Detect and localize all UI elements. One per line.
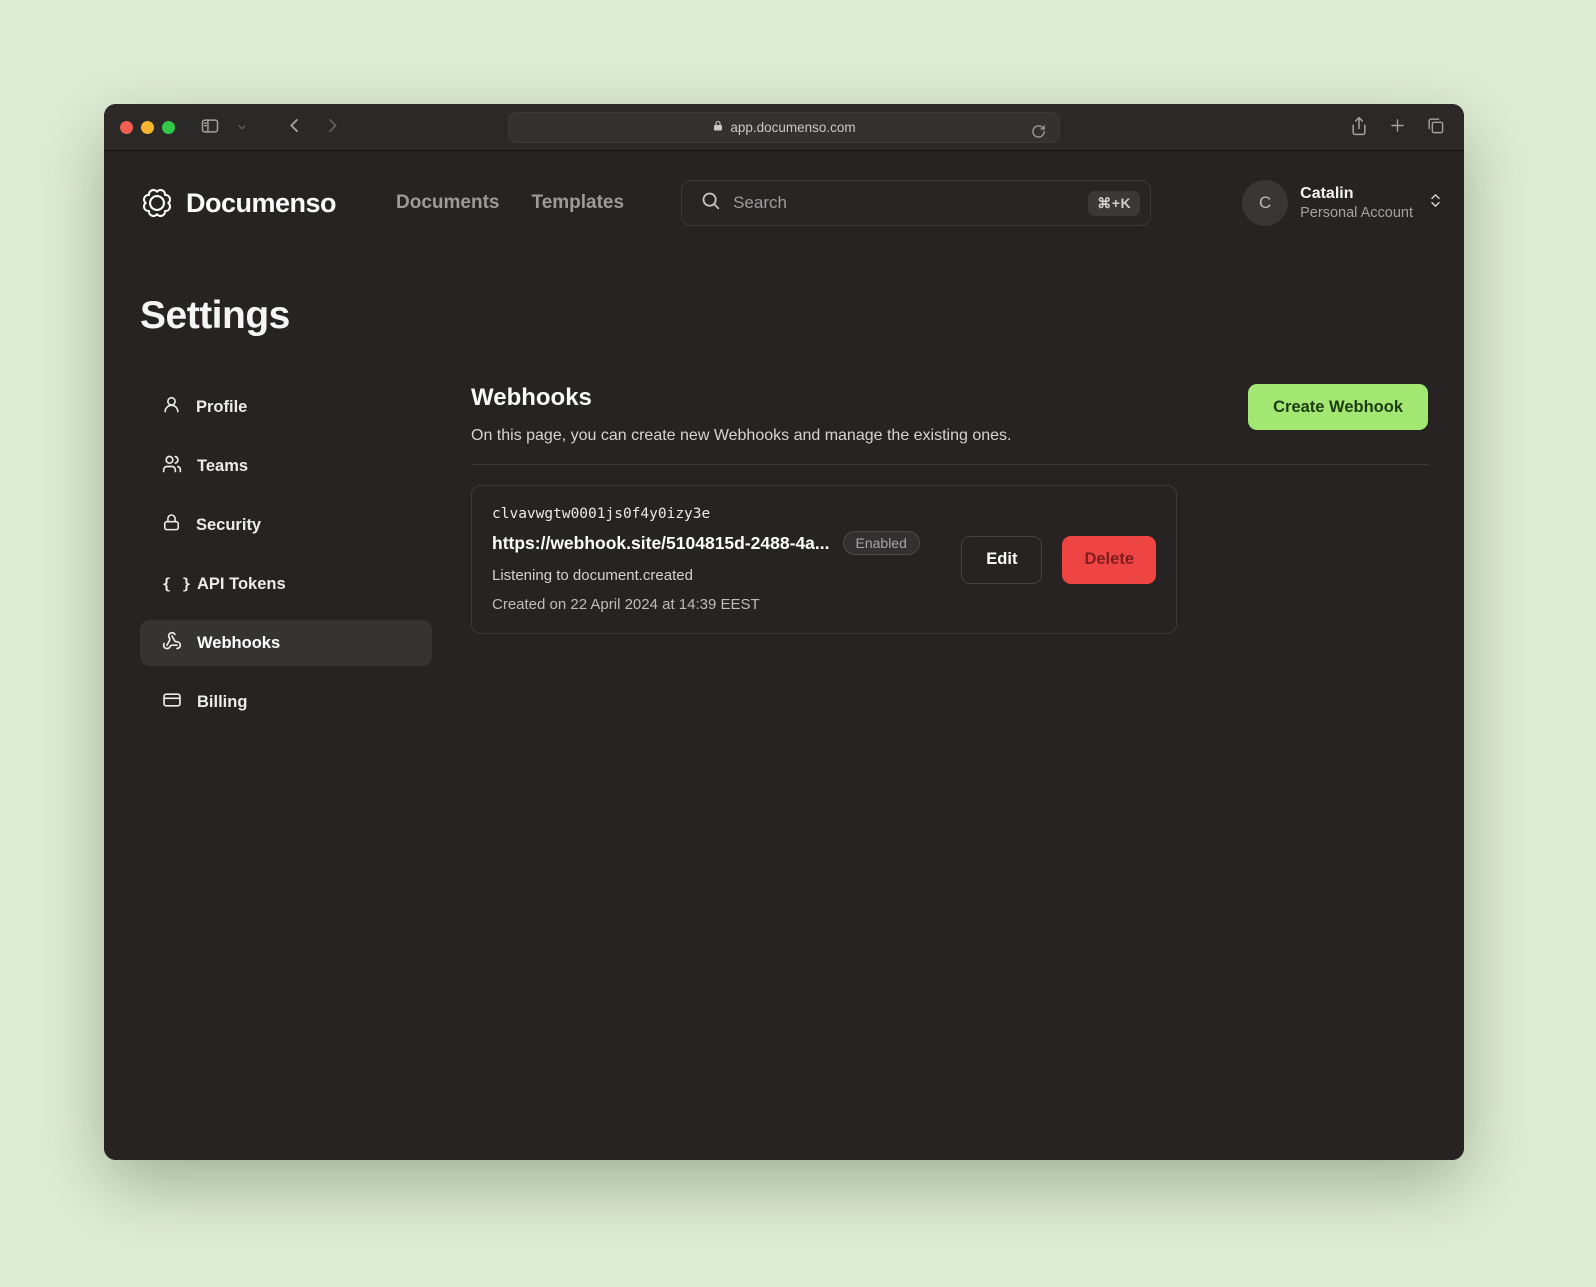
webhook-actions: Edit Delete <box>961 536 1156 584</box>
search-bar[interactable]: ⌘+K <box>681 180 1151 226</box>
account-menu[interactable]: C Catalin Personal Account <box>1242 180 1444 226</box>
reload-button[interactable] <box>1023 116 1053 146</box>
webhook-listening: Listening to document.created <box>492 567 920 584</box>
brand-name: Documenso <box>186 188 336 219</box>
chevron-right-icon <box>323 116 342 138</box>
address-url: app.documenso.com <box>730 120 855 135</box>
chevron-left-icon <box>285 116 304 138</box>
settings-sidebar: Profile Teams <box>140 384 432 725</box>
section-description: On this page, you can create new Webhook… <box>471 427 1012 445</box>
status-badge: Enabled <box>843 531 920 555</box>
avatar: C <box>1242 180 1288 226</box>
lock-icon <box>162 513 181 537</box>
webhook-details: clvavwgtw0001js0f4y0izy3e https://webhoo… <box>492 506 920 613</box>
webhook-url: https://webhook.site/5104815d-2488-4a... <box>492 533 830 554</box>
share-icon <box>1349 116 1369 139</box>
documenso-app: Documenso Documents Templates ⌘+K C Cata… <box>104 151 1464 1160</box>
sidebar-item-label: API Tokens <box>197 575 286 594</box>
forward-button[interactable] <box>317 112 347 142</box>
sidebar-item-label: Webhooks <box>197 634 280 653</box>
back-button[interactable] <box>279 112 309 142</box>
edit-webhook-button[interactable]: Edit <box>961 536 1042 584</box>
credit-card-icon <box>162 690 182 715</box>
tab-overview-button[interactable] <box>1420 112 1450 142</box>
lock-icon <box>712 120 724 135</box>
plus-icon <box>1388 116 1407 138</box>
address-bar[interactable]: app.documenso.com <box>508 112 1060 143</box>
settings-page: Settings Profile <box>104 255 1464 1160</box>
sidebar-menu-button[interactable] <box>227 112 257 142</box>
brand[interactable]: Documenso <box>140 186 336 220</box>
share-button[interactable] <box>1344 112 1374 142</box>
sidebar-item-label: Profile <box>196 398 247 417</box>
zoom-window-button[interactable] <box>162 121 175 134</box>
sidebar-item-label: Teams <box>197 457 248 476</box>
new-tab-button[interactable] <box>1382 112 1412 142</box>
webhook-created: Created on 22 April 2024 at 14:39 EEST <box>492 596 920 613</box>
webhook-id: clvavwgtw0001js0f4y0izy3e <box>492 506 920 522</box>
app-header: Documenso Documents Templates ⌘+K C Cata… <box>104 151 1464 255</box>
close-window-button[interactable] <box>120 121 133 134</box>
account-type: Personal Account <box>1300 204 1413 222</box>
webhook-icon <box>162 631 182 656</box>
sidebar-toggle-button[interactable] <box>195 112 225 142</box>
nav-templates[interactable]: Templates <box>532 192 625 214</box>
traffic-lights <box>120 121 175 134</box>
webhook-card: clvavwgtw0001js0f4y0izy3e https://webhoo… <box>471 485 1177 634</box>
sidebar-item-billing[interactable]: Billing <box>140 679 432 725</box>
nav-documents[interactable]: Documents <box>396 192 499 214</box>
documenso-logo-icon <box>140 186 174 220</box>
sidebar-item-label: Security <box>196 516 261 535</box>
create-webhook-button[interactable]: Create Webhook <box>1248 384 1428 430</box>
sidebar-item-security[interactable]: Security <box>140 502 432 548</box>
sidebar-item-api-tokens[interactable]: { } API Tokens <box>140 561 432 607</box>
browser-toolbar: app.documenso.com <box>104 104 1464 151</box>
section-divider <box>471 464 1428 465</box>
search-icon <box>700 190 721 216</box>
top-nav: Documents Templates <box>396 192 624 214</box>
chevron-down-icon <box>237 120 247 135</box>
account-name: Catalin <box>1300 184 1413 204</box>
browser-window: app.documenso.com <box>104 104 1464 1160</box>
user-icon <box>162 395 181 419</box>
search-input[interactable] <box>733 193 1076 213</box>
delete-webhook-button[interactable]: Delete <box>1062 536 1156 584</box>
braces-icon: { } <box>162 575 182 593</box>
sidebar-item-teams[interactable]: Teams <box>140 443 432 489</box>
tabs-icon <box>1426 116 1445 138</box>
users-icon <box>162 454 182 479</box>
section-heading: Webhooks <box>471 384 1012 412</box>
sidebar-icon <box>200 116 220 139</box>
sidebar-item-label: Billing <box>197 693 247 712</box>
minimize-window-button[interactable] <box>141 121 154 134</box>
chevrons-up-down-icon <box>1427 192 1444 214</box>
sidebar-item-profile[interactable]: Profile <box>140 384 432 430</box>
search-shortcut-badge: ⌘+K <box>1088 191 1140 216</box>
page-title: Settings <box>140 294 1428 338</box>
webhooks-section: Webhooks On this page, you can create ne… <box>471 384 1428 725</box>
sidebar-item-webhooks[interactable]: Webhooks <box>140 620 432 666</box>
